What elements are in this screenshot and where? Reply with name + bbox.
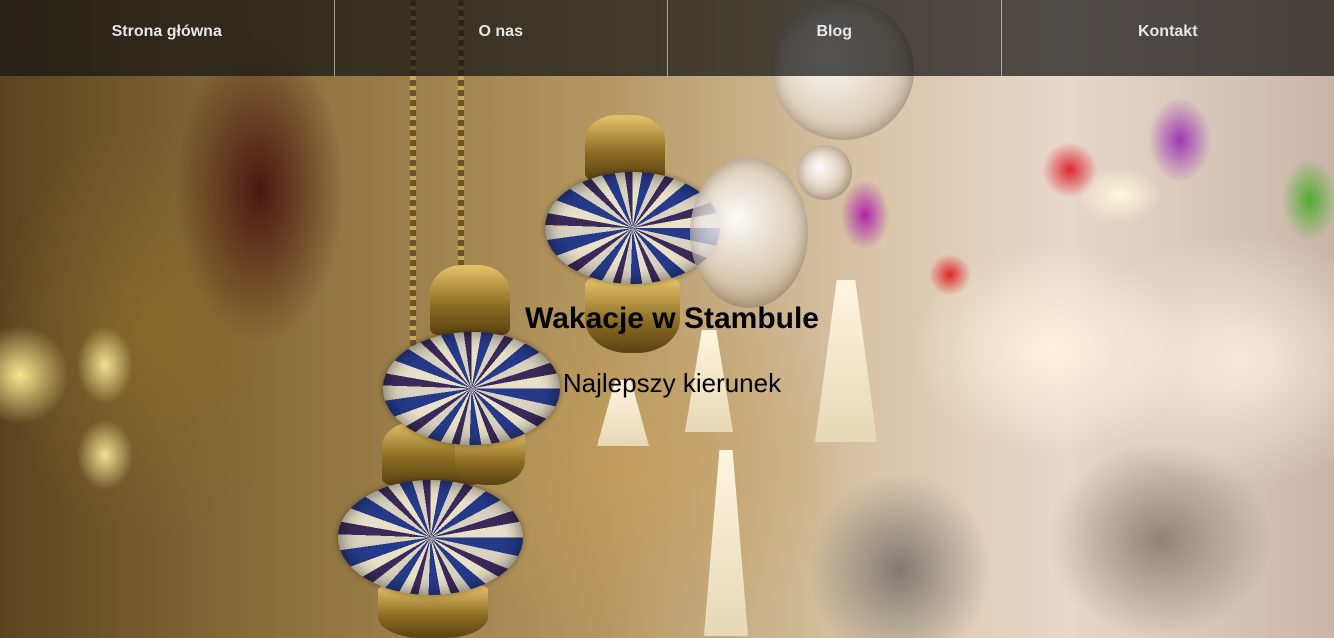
nav-item-blog[interactable]: Blog (667, 0, 1001, 76)
lantern-tassel (704, 450, 748, 636)
nav-item-home[interactable]: Strona główna (0, 0, 334, 76)
glass-lantern (797, 145, 852, 200)
mosaic-lantern (338, 480, 523, 595)
main-navigation: Strona główna O nas Blog Kontakt (0, 0, 1334, 76)
glass-lantern (690, 158, 808, 308)
nav-item-contact[interactable]: Kontakt (1000, 0, 1334, 76)
hero-subtitle: Najlepszy kierunek (562, 368, 782, 398)
lantern-cap (585, 115, 665, 180)
hero-title: Wakacje w Stambule (525, 302, 819, 335)
nav-item-about[interactable]: O nas (333, 0, 668, 76)
page: Strona główna O nas Blog Kontakt Wakacje… (0, 0, 1334, 638)
